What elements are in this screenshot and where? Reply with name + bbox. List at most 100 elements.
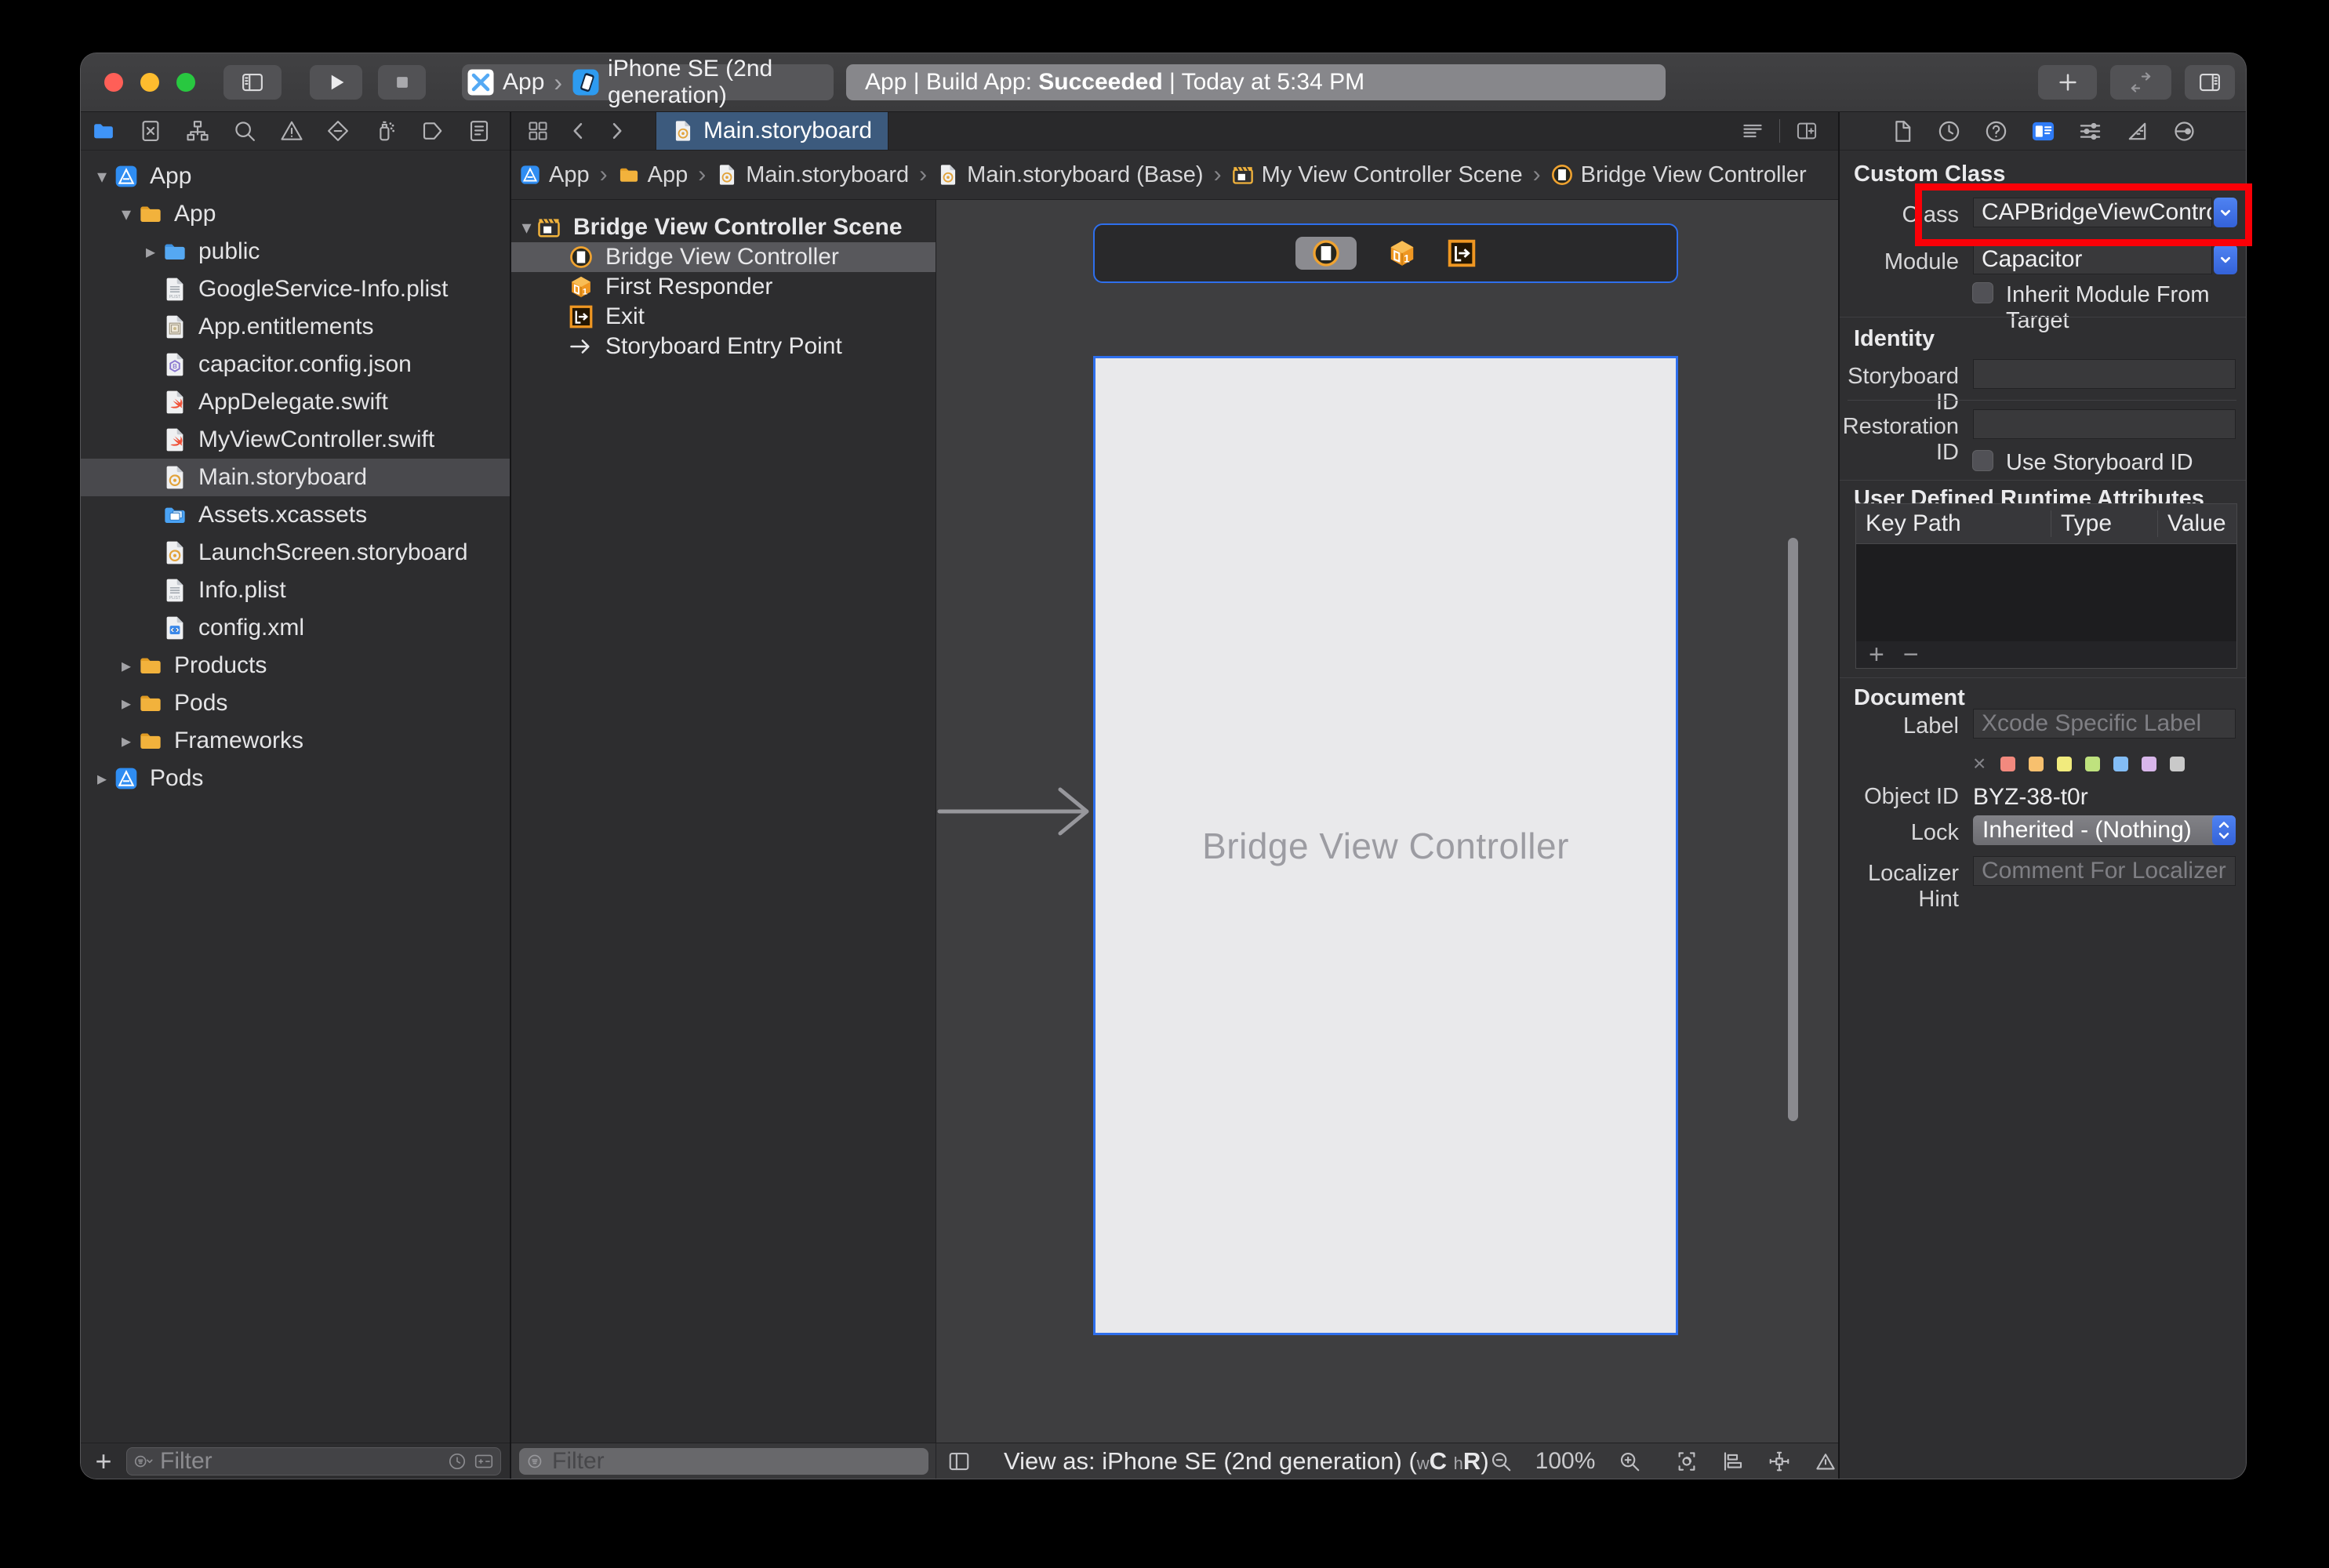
breadcrumb-bridge-view-controller[interactable]: Bridge View Controller <box>1551 162 1807 188</box>
toggle-outline-icon[interactable] <box>947 1450 971 1473</box>
outline-filter-field[interactable]: Filter <box>519 1448 928 1475</box>
color-swatch-5[interactable] <box>2142 757 2156 771</box>
add-attribute-button[interactable]: + <box>1869 643 1884 666</box>
first-responder-icon[interactable]: 1 <box>1388 239 1416 267</box>
navigator-tab-tests[interactable] <box>322 119 354 143</box>
color-swatch-0[interactable] <box>2000 757 2015 771</box>
inspector-tab-history[interactable] <box>1935 119 1962 143</box>
zoom-window-button[interactable] <box>176 73 195 92</box>
tree-item-capacitor-config-json[interactable]: Bcapacitor.config.json <box>81 346 510 383</box>
color-swatch-3[interactable] <box>2085 757 2100 771</box>
navigator-tab-breakpoints[interactable] <box>416 119 449 143</box>
dock-view-controller[interactable] <box>1295 237 1357 270</box>
editor-options-icon[interactable] <box>1742 120 1764 142</box>
navigator-tab-reports[interactable] <box>463 119 496 143</box>
tree-item-assets-xcassets[interactable]: Assets.xcassets <box>81 496 510 534</box>
tree-item-pods[interactable]: ▸Pods <box>81 760 510 797</box>
color-swatch-6[interactable] <box>2170 757 2185 771</box>
code-review-button[interactable] <box>2110 65 2171 100</box>
remove-attribute-button[interactable]: − <box>1903 643 1919 666</box>
navigator-tab-issues[interactable] <box>275 119 308 143</box>
zoom-out-button[interactable] <box>1489 1450 1513 1473</box>
breadcrumb-app[interactable]: App <box>618 162 689 188</box>
tree-item-frameworks[interactable]: ▸Frameworks <box>81 722 510 760</box>
update-frames-button[interactable] <box>1675 1450 1699 1473</box>
disclosure-triangle-icon[interactable]: ▾ <box>516 216 537 239</box>
library-button[interactable] <box>2038 65 2097 100</box>
zoom-level[interactable]: 100% <box>1535 1448 1596 1475</box>
inspector-tab-help[interactable] <box>1982 119 2009 143</box>
scheme-target[interactable]: App <box>503 69 544 96</box>
add-constraints-button[interactable] <box>1768 1450 1791 1473</box>
add-editor-icon[interactable] <box>1796 120 1818 142</box>
scm-status-filter-icon[interactable] <box>474 1451 494 1472</box>
clear-color-button[interactable]: × <box>1973 751 1986 776</box>
disclosure-triangle-icon[interactable]: ▸ <box>114 655 138 677</box>
disclosure-triangle-icon[interactable]: ▾ <box>90 165 114 188</box>
tree-item-app[interactable]: ▾App <box>81 158 510 195</box>
tree-item-appdelegate-swift[interactable]: AppDelegate.swift <box>81 383 510 421</box>
tree-item-public[interactable]: ▸public <box>81 233 510 270</box>
disclosure-triangle-icon[interactable]: ▸ <box>90 768 114 790</box>
tree-item-launchscreen-storyboard[interactable]: LaunchScreen.storyboard <box>81 534 510 572</box>
outline-item-exit[interactable]: Exit <box>511 302 936 332</box>
go-back-icon[interactable] <box>568 120 590 142</box>
inspector-tab-file[interactable] <box>1888 119 1915 143</box>
module-field[interactable]: Capacitor <box>1973 245 2212 274</box>
tree-item-main-storyboard[interactable]: Main.storyboard <box>81 459 510 496</box>
go-forward-icon[interactable] <box>605 120 627 142</box>
add-file-button[interactable]: + <box>90 1448 117 1475</box>
toggle-inspectors-button[interactable] <box>2185 65 2235 100</box>
disclosure-triangle-icon[interactable]: ▸ <box>139 241 162 263</box>
navigator-filter-field[interactable]: Filter <box>126 1447 501 1475</box>
disclosure-triangle-icon[interactable]: ▸ <box>114 730 138 753</box>
breadcrumb-my-view-controller-scene[interactable]: My View Controller Scene <box>1232 162 1523 188</box>
storyboard-id-field[interactable] <box>1973 359 2236 389</box>
navigator-tab-debug[interactable] <box>369 119 401 143</box>
tree-item-pods[interactable]: ▸Pods <box>81 684 510 722</box>
outline-scene-row[interactable]: ▾Bridge View Controller Scene <box>511 212 936 242</box>
disclosure-triangle-icon[interactable]: ▾ <box>114 203 138 226</box>
outline-item-storyboard-entry-point[interactable]: Storyboard Entry Point <box>511 332 936 361</box>
scheme-destination[interactable]: iPhone SE (2nd generation) <box>608 56 829 109</box>
canvas-scrollbar[interactable] <box>1788 538 1798 1121</box>
document-label-field[interactable]: Xcode Specific Label <box>1973 709 2236 739</box>
tree-item-googleservice-info-plist[interactable]: PLISTGoogleService-Info.plist <box>81 270 510 308</box>
inspector-tab-connections[interactable] <box>2171 119 2197 143</box>
localizer-hint-field[interactable]: Comment For Localizer <box>1973 856 2236 886</box>
jump-bar[interactable]: App›App›Main.storyboard›Main.storyboard … <box>511 151 1838 200</box>
toggle-navigator-button[interactable] <box>223 65 282 100</box>
use-storyboard-id-checkbox[interactable] <box>1972 450 1993 471</box>
outline-item-first-responder[interactable]: 1First Responder <box>511 272 936 302</box>
view-as-control[interactable]: View as: iPhone SE (2nd generation) (wC … <box>1004 1447 1489 1475</box>
navigator-tab-source-control[interactable] <box>134 119 167 143</box>
exit-icon[interactable] <box>1448 239 1476 267</box>
navigator-tab-find[interactable] <box>228 119 261 143</box>
scheme-selector[interactable]: App › iPhone SE (2nd generation) <box>462 64 834 100</box>
tree-item-products[interactable]: ▸Products <box>81 647 510 684</box>
tree-item-config-xml[interactable]: config.xml <box>81 609 510 647</box>
breadcrumb-main-storyboard-base[interactable]: Main.storyboard (Base) <box>937 162 1203 188</box>
inspector-tab-attributes[interactable] <box>2076 119 2103 143</box>
navigator-tab-project[interactable] <box>87 119 120 143</box>
stop-button[interactable] <box>378 65 426 100</box>
inspector-tab-identity[interactable] <box>2029 119 2056 143</box>
breadcrumb-app[interactable]: App <box>519 162 590 188</box>
tree-item-myviewcontroller-swift[interactable]: MyViewController.swift <box>81 421 510 459</box>
disclosure-triangle-icon[interactable]: ▸ <box>114 692 138 715</box>
close-window-button[interactable] <box>104 73 123 92</box>
run-button[interactable] <box>310 65 362 100</box>
minimize-window-button[interactable] <box>140 73 159 92</box>
storyboard-entry-point-arrow[interactable] <box>936 785 1096 838</box>
module-dropdown-button[interactable] <box>2214 245 2237 274</box>
tab-main-storyboard[interactable]: Main.storyboard <box>656 112 888 150</box>
table-body[interactable] <box>1856 544 2236 641</box>
tree-item-app-entitlements[interactable]: App.entitlements <box>81 308 510 346</box>
tree-item-info-plist[interactable]: PLISTInfo.plist <box>81 572 510 609</box>
navigator-tab-symbols[interactable] <box>181 119 214 143</box>
inspector-tab-size[interactable] <box>2124 119 2150 143</box>
recent-files-filter-icon[interactable] <box>447 1451 467 1472</box>
breadcrumb-main-storyboard[interactable]: Main.storyboard <box>716 162 909 188</box>
color-swatch-2[interactable] <box>2057 757 2072 771</box>
outline-item-bridge-view-controller[interactable]: Bridge View Controller <box>511 242 936 272</box>
